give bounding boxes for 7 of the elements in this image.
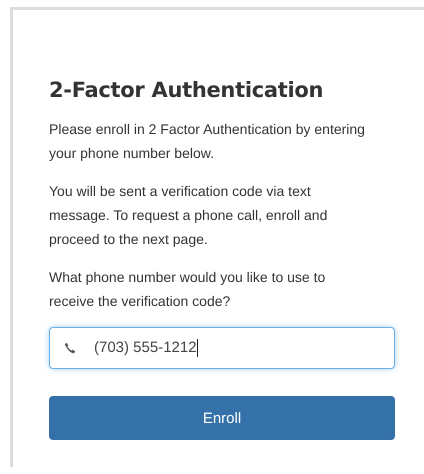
phone-input-field[interactable]: (703) 555-1212 — [49, 327, 395, 369]
instruction-text: What phone number would you like to use to receive the verification code? — [49, 268, 326, 311]
page-title: 2-Factor Authentication — [49, 77, 324, 104]
instruction-text: You will be sent a verification code via text message. To request a phone call, enroll and proceed to the next page. — [49, 182, 328, 249]
enroll-button[interactable]: Enroll — [49, 396, 395, 440]
instruction-text: Please enroll in 2 Factor Authentication by entering your phone number below. — [49, 120, 366, 163]
phone-icon — [64, 342, 76, 354]
